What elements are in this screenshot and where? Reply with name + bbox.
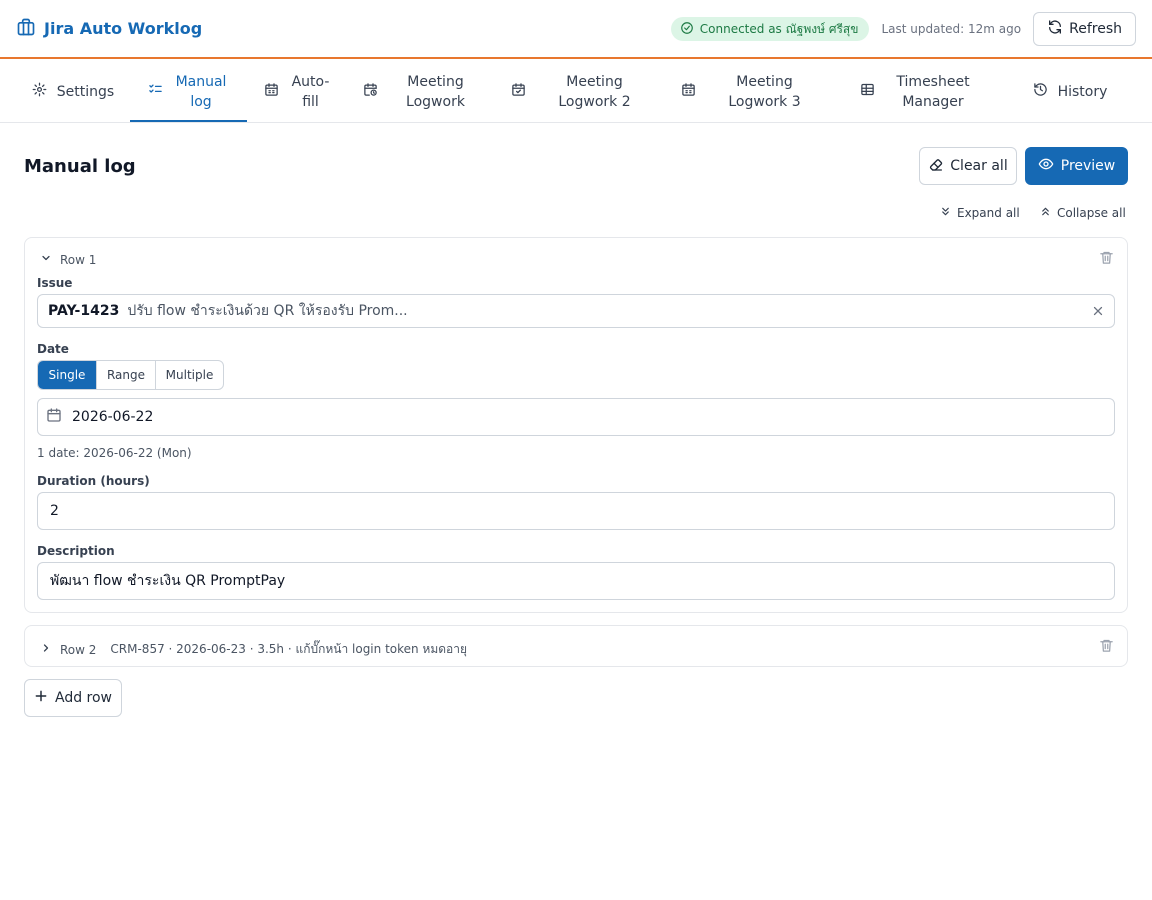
last-updated-text: Last updated: 12m ago [881,22,1022,36]
checklist-icon [148,82,163,101]
date-mode-toggle: Single Range Multiple [37,360,224,390]
date-input[interactable]: 2026-06-22 [37,398,1115,436]
description-label: Description [37,544,115,558]
expand-all-label: Expand all [957,206,1020,220]
tab-label: Meeting Logwork 2 [558,73,631,110]
plus-icon [34,689,48,707]
app-title: Jira Auto Worklog [44,19,203,38]
clear-issue-close-icon[interactable] [1092,305,1104,317]
app-header: Jira Auto Worklog Connected as ณัฐพงษ์ ศ… [0,0,1152,59]
tab-label: Auto-fill [291,73,330,110]
eraser-icon [928,156,944,176]
tab-label: Timesheet Manager [896,73,970,110]
tab-label: Meeting Logwork [406,73,465,110]
issue-picker[interactable]: PAY-1423 ปรับ flow ชำระเงินด้วย QR ให้รอ… [37,294,1115,328]
connection-status-text: Connected as ณัฐพงษ์ ศรีสุข [699,21,859,36]
issue-summary: ปรับ flow ชำระเงินด้วย QR ให้รองรับ Prom… [127,303,408,319]
add-row-button[interactable]: Add row [24,679,122,717]
issue-key: PAY-1423 [48,303,120,319]
brand: Jira Auto Worklog [16,17,202,41]
page-title: Manual log [24,156,136,177]
calendar-check-icon [511,82,526,101]
tab-settings[interactable]: Settings [16,61,130,122]
tab-label: History [1057,83,1108,100]
date-value: 2026-06-22 [72,409,154,425]
date-mode-range[interactable]: Range [96,361,155,389]
delete-row-1-trash-icon[interactable] [1099,250,1114,265]
refresh-icon [1047,19,1063,39]
preview-label: Preview [1060,158,1116,174]
row-card-2: Row 2 CRM-857 · 2026-06-23 · 3.5h · แก้บ… [24,625,1128,667]
row-1-label: Row 1 [60,252,97,267]
issue-label: Issue [37,276,73,290]
row-2-toggle[interactable]: Row 2 CRM-857 · 2026-06-23 · 3.5h · แก้บ… [40,640,467,659]
add-row-label: Add row [54,690,113,706]
duration-label: Duration (hours) [37,474,150,488]
date-mode-single[interactable]: Single [38,361,96,389]
collapse-all-label: Collapse all [1057,206,1126,220]
collapse-all-button[interactable]: Collapse all [1040,206,1126,220]
delete-row-2-trash-icon[interactable] [1099,638,1114,653]
check-circle-icon [680,21,694,38]
date-mode-multiple[interactable]: Multiple [155,361,223,389]
expand-all-button[interactable]: Expand all [940,206,1020,220]
chevrons-down-icon [940,206,951,220]
tab-auto-fill[interactable]: Auto-fill [247,61,349,122]
preview-button[interactable]: Preview [1025,147,1128,185]
tab-label: Meeting Logwork 3 [728,73,801,110]
row-card-1: Row 1 Issue PAY-1423 ปรับ flow ชำระเงินด… [24,237,1128,613]
tab-bar-divider [0,122,1152,123]
eye-icon [1038,156,1054,176]
tab-timesheet-manager[interactable]: Timesheet Manager [837,61,1004,122]
calendar-icon [46,407,62,427]
row-2-summary: CRM-857 · 2026-06-23 · 3.5h · แก้บั๊กหน้… [110,642,468,656]
refresh-label: Refresh [1069,21,1122,37]
row-2-label: Row 2 [60,642,97,657]
history-icon [1033,82,1048,101]
tab-manual-log[interactable]: Manual log [130,61,247,122]
chevron-right-icon [40,642,52,657]
tab-label: Settings [56,83,115,100]
calendar-icon [264,82,279,101]
tab-meeting-logwork-3[interactable]: Meeting Logwork 3 [667,61,837,122]
tab-bar: Settings Manual log Auto-fill Meeting Lo… [16,61,1136,122]
row-1-toggle[interactable]: Row 1 [40,252,96,267]
chevron-down-icon [40,252,52,267]
tab-meeting-logwork-2[interactable]: Meeting Logwork 2 [497,61,667,122]
refresh-button[interactable]: Refresh [1033,12,1136,46]
connection-status-badge: Connected as ณัฐพงษ์ ศรีสุข [670,17,870,41]
clear-all-button[interactable]: Clear all [919,147,1017,185]
gear-icon [32,82,47,101]
briefcase-icon [16,17,36,41]
tab-label: Manual log [175,73,227,110]
date-label: Date [37,342,69,356]
clear-all-label: Clear all [950,158,1008,174]
description-input[interactable]: พัฒนา flow ชำระเงิน QR PromptPay [37,562,1115,600]
date-hint: 1 date: 2026-06-22 (Mon) [37,446,192,460]
calendar-clock-icon [363,82,378,101]
duration-input[interactable]: 2 [37,492,1115,530]
table-icon [860,82,875,101]
chevrons-up-icon [1040,206,1051,220]
tab-meeting-logwork[interactable]: Meeting Logwork [349,61,497,122]
tab-history[interactable]: History [1004,61,1136,122]
calendar-icon [681,82,696,101]
